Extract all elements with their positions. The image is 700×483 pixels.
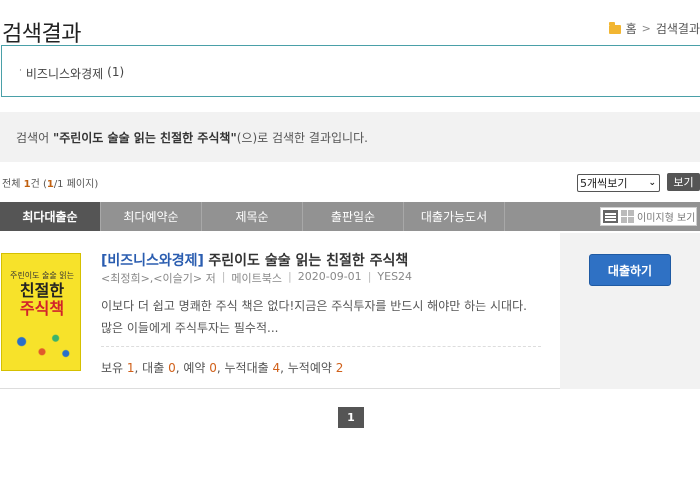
borrow-button[interactable]: 대출하기 xyxy=(589,254,671,286)
breadcrumb-separator: > xyxy=(641,22,651,35)
breadcrumb: 홈 > 검색결과 xyxy=(608,20,700,37)
result-category[interactable]: [비즈니스와경제] xyxy=(101,253,204,269)
search-info-text: 검색어 "주린이도 술술 읽는 친절한 주식책"(으)로 검색한 결과입니다. xyxy=(16,129,368,146)
chevron-down-icon: ⌄ xyxy=(648,178,656,188)
grid-view-icon[interactable] xyxy=(621,210,634,223)
stat-loan-label: , 대출 xyxy=(134,361,169,375)
sort-tab-most-loaned[interactable]: 최다대출순 xyxy=(0,202,101,231)
book-description: 이보다 더 쉽고 명쾌한 주식 책은 없다!지금은 주식투자를 반드시 해야만 … xyxy=(101,299,527,335)
list-view-icon[interactable] xyxy=(603,210,618,223)
sort-tab-most-reserved[interactable]: 최다예약순 xyxy=(101,202,202,231)
view-mode-toggle[interactable]: 이미지형 보기 xyxy=(600,207,697,226)
page-title: 검색결과 xyxy=(2,22,81,47)
cover-illustration xyxy=(8,328,76,362)
cover-title-line1: 친절한 xyxy=(19,281,65,300)
book-title[interactable]: 주린이도 술술 읽는 친절한 주식책 xyxy=(208,253,408,269)
meta-divider: | xyxy=(221,270,226,283)
search-info-suffix: (으)로 검색한 결과입니다. xyxy=(236,131,368,145)
bullet-icon: · xyxy=(19,66,22,76)
search-term: "주린이도 술술 읽는 친절한 주식책" xyxy=(52,131,237,145)
view-button[interactable]: 보기 xyxy=(667,173,700,191)
stat-cum-loan: 4 xyxy=(272,361,281,375)
view-mode-tools: 이미지형 보기 xyxy=(600,202,700,231)
breadcrumb-current: 검색결과 xyxy=(655,22,700,36)
stat-reserve-label: , 예약 xyxy=(175,361,210,375)
cover-title-line2: 주식책 xyxy=(19,299,65,318)
book-meta: <최정희>,<이슬기> 저 | 메이트북스 | 2020-09-01 | YES… xyxy=(101,270,412,286)
search-info-prefix: 검색어 xyxy=(16,131,53,145)
per-page-value: 5개씩보기 xyxy=(580,177,628,190)
image-view-label[interactable]: 이미지형 보기 xyxy=(637,209,695,224)
result-title[interactable]: [비즈니스와경제] 주린이도 술술 읽는 친절한 주식책 xyxy=(101,250,408,270)
meta-divider: | xyxy=(367,270,372,283)
book-cover[interactable]: 주린이도 술술 읽는 친절한 주식책 xyxy=(1,253,81,371)
facet-box: · 비즈니스와경제 (1) xyxy=(1,45,700,97)
stat-cum-reserve: 2 xyxy=(335,361,344,375)
book-stats: 보유 1, 대출 0, 예약 0, 누적대출 4, 누적예약 2 xyxy=(101,359,343,376)
cover-top-text: 주린이도 술술 읽는 xyxy=(10,271,74,280)
sort-bar: 최다대출순 최다예약순 제목순 출판일순 대출가능도서 이미지형 보기 xyxy=(0,202,700,231)
book-publisher: 메이트북스 xyxy=(231,272,283,285)
per-page-select[interactable]: 5개씩보기 ⌄ xyxy=(577,174,660,192)
sort-tab-available[interactable]: 대출가능도서 xyxy=(404,202,505,231)
book-authors: <최정희>,<이슬기> 저 xyxy=(101,272,216,285)
stat-cum-reserve-label: , 누적예약 xyxy=(280,361,336,375)
folder-icon xyxy=(608,21,621,34)
breadcrumb-home[interactable]: 홈 xyxy=(626,20,637,37)
facet-item[interactable]: · 비즈니스와경제 (1) xyxy=(19,65,124,82)
result-item: 주린이도 술술 읽는 친절한 주식책 [비즈니스와경제] 주린이도 술술 읽는 … xyxy=(0,233,700,389)
count-label: 전체 xyxy=(2,179,24,190)
action-panel: 대출하기 xyxy=(560,233,700,389)
count-page-total: /1 페이지) xyxy=(53,179,99,190)
stat-holding: 1 xyxy=(126,361,135,375)
stat-reserve: 0 xyxy=(209,361,217,375)
book-provider: YES24 xyxy=(377,270,413,283)
book-date: 2020-09-01 xyxy=(297,270,362,283)
search-info-box: 검색어 "주린이도 술술 읽는 친절한 주식책"(으)로 검색한 결과입니다. xyxy=(0,112,700,162)
facet-label: 비즈니스와경제 xyxy=(25,67,104,81)
count-total: 1 xyxy=(23,179,31,190)
sort-tab-pub-date[interactable]: 출판일순 xyxy=(303,202,404,231)
cover-title: 친절한 주식책 xyxy=(16,282,68,318)
meta-divider: | xyxy=(288,270,292,283)
stat-cum-loan-label: , 누적대출 xyxy=(216,361,273,375)
count-unit: 건 ( xyxy=(30,179,47,190)
page-number-current[interactable]: 1 xyxy=(338,407,364,428)
sort-tab-title[interactable]: 제목순 xyxy=(202,202,303,231)
stat-loan: 0 xyxy=(168,361,176,375)
stat-holding-label: 보유 xyxy=(101,361,127,375)
result-count: 전체 1건 (1/1 페이지) xyxy=(2,175,98,190)
count-current-page: 1 xyxy=(46,179,54,190)
facet-count: (1) xyxy=(107,65,125,79)
dashed-divider xyxy=(101,346,541,347)
